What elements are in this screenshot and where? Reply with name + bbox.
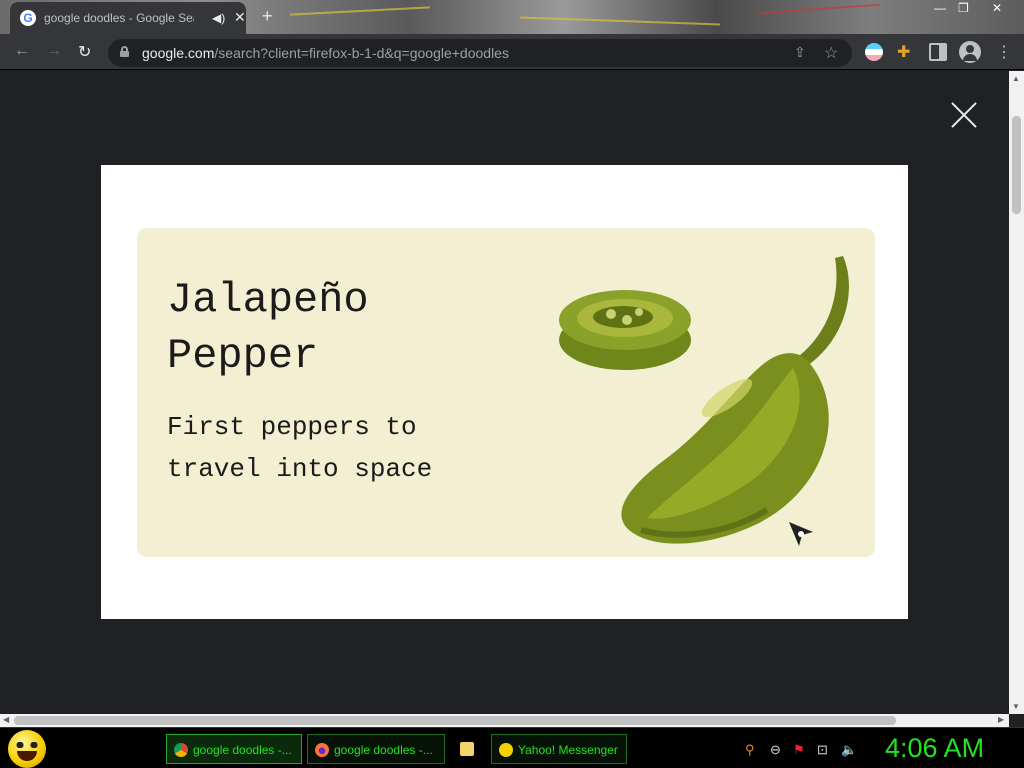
taskbar-folder-button[interactable] — [451, 734, 483, 764]
url-text: google.com/search?client=firefox-b-1-d&q… — [142, 45, 509, 61]
mouse-cursor-icon — [789, 522, 813, 546]
chrome-icon — [174, 743, 188, 757]
restore-icon[interactable]: ❐ — [958, 1, 969, 15]
bookmark-star-icon[interactable]: ☆ — [824, 43, 838, 63]
flag-tray-icon[interactable]: ⚑ — [793, 742, 805, 758]
yahoo-messenger-icon — [499, 743, 513, 757]
vertical-scroll-thumb[interactable] — [1012, 116, 1021, 214]
browser-toolbar: ← → ↻ google.com/search?client=firefox-b… — [0, 34, 1024, 70]
menu-kebab-icon[interactable]: ⋮ — [996, 42, 1012, 62]
lock-icon[interactable] — [120, 46, 129, 57]
scroll-right-icon[interactable]: ▶ — [998, 715, 1004, 724]
new-tab-button[interactable]: + — [262, 6, 273, 27]
folder-icon — [460, 742, 474, 756]
tab-close-icon[interactable]: ✕ — [234, 9, 246, 26]
scroll-left-icon[interactable]: ◀ — [3, 715, 9, 724]
scroll-up-icon[interactable]: ▲ — [1012, 74, 1020, 83]
side-panel-icon[interactable] — [929, 43, 947, 61]
horizontal-scroll-thumb[interactable] — [14, 716, 896, 725]
share-icon[interactable]: ⇪ — [794, 44, 806, 61]
taskbar: google doodles -... google doodles -... … — [0, 727, 1024, 768]
minus-tray-icon[interactable]: ⊖ — [770, 742, 781, 758]
minimize-icon[interactable]: — — [934, 1, 946, 15]
doodle-subtitle: First peppers to travel into space — [167, 412, 433, 484]
pepper-slice — [559, 290, 691, 370]
doodle-card[interactable]: Jalapeño Pepper First peppers to travel … — [137, 228, 875, 557]
start-smiley-icon[interactable] — [8, 730, 46, 768]
profile-avatar-icon[interactable] — [959, 41, 981, 63]
taskbar-firefox-button[interactable]: google doodles -... — [307, 734, 445, 764]
taskbar-button-label: Yahoo! Messenger — [518, 743, 618, 757]
network-tray-icon[interactable]: ⊡ — [817, 742, 828, 758]
taskbar-chrome-button[interactable]: google doodles -... — [166, 734, 302, 764]
search-tray-icon[interactable]: ⚲ — [745, 742, 755, 758]
tab-strip: G google doodles - Google Search ◀) ✕ + … — [0, 0, 1024, 34]
extensions-puzzle-icon[interactable]: ✚ — [897, 42, 915, 61]
browser-tab[interactable]: G google doodles - Google Search ◀) ✕ — [10, 2, 246, 34]
taskbar-button-label: google doodles -... — [334, 743, 433, 757]
address-bar[interactable]: google.com/search?client=firefox-b-1-d&q… — [108, 39, 852, 67]
window-close-icon[interactable]: ✕ — [992, 1, 1002, 15]
page-content: Jalapeño Pepper First peppers to travel … — [0, 71, 1009, 714]
tab-audio-icon[interactable]: ◀) — [212, 11, 225, 25]
google-favicon-icon: G — [20, 10, 36, 26]
vertical-scrollbar[interactable]: ▲ ▼ — [1009, 71, 1024, 714]
taskbar-clock[interactable]: 4:06 AM — [885, 733, 984, 764]
firefox-icon — [315, 743, 329, 757]
jalapeno-pepper-illustration — [559, 256, 849, 544]
close-viewer-icon[interactable] — [950, 101, 978, 129]
horizontal-scrollbar[interactable]: ◀ ▶ — [0, 714, 1009, 727]
forward-icon[interactable]: → — [46, 42, 62, 60]
reload-icon[interactable]: ↻ — [78, 42, 91, 62]
volume-tray-icon[interactable]: 🔈 — [841, 742, 857, 758]
extension-flag-icon[interactable] — [865, 43, 883, 61]
taskbar-button-label: google doodles -... — [193, 743, 292, 757]
back-icon[interactable]: ← — [14, 42, 30, 60]
taskbar-yahoo-messenger-button[interactable]: Yahoo! Messenger — [491, 734, 627, 764]
doodle-title: Jalapeño Pepper — [167, 276, 369, 380]
doodle-frame: Jalapeño Pepper First peppers to travel … — [101, 165, 908, 619]
scroll-down-icon[interactable]: ▼ — [1012, 702, 1020, 711]
tab-title: google doodles - Google Search — [44, 11, 194, 25]
